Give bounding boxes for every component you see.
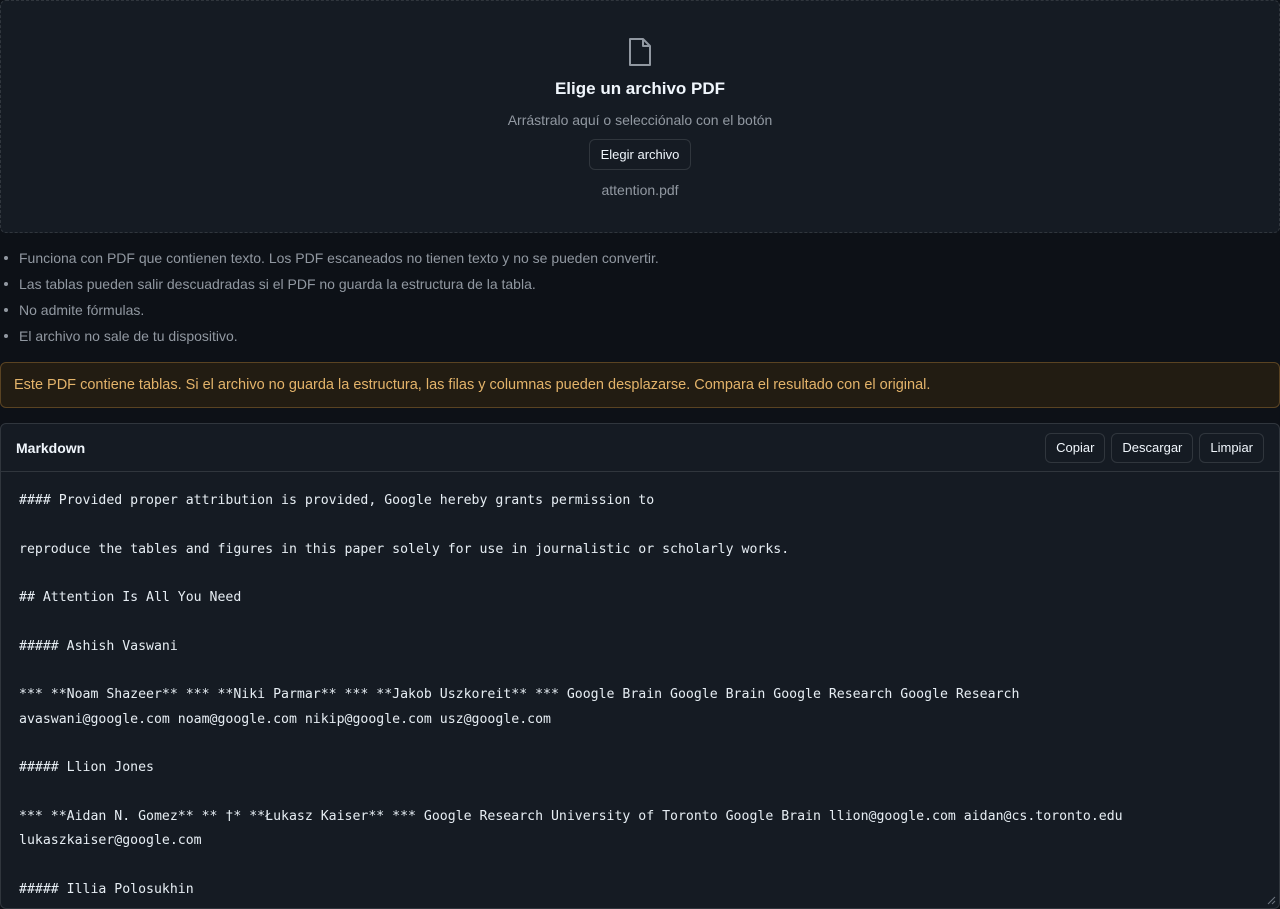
choose-file-button[interactable]: Elegir archivo — [588, 139, 692, 170]
markdown-panel-header: Markdown Copiar Descargar Limpiar — [1, 424, 1279, 472]
file-icon — [629, 38, 651, 66]
panel-actions: Copiar Descargar Limpiar — [1045, 432, 1264, 463]
notes-list: Funciona con PDF que contienen texto. Lo… — [0, 247, 1280, 351]
note-item: El archivo no sale de tu dispositivo. — [0, 325, 1280, 351]
copy-button[interactable]: Copiar — [1045, 432, 1106, 463]
markdown-panel: Markdown Copiar Descargar Limpiar #### P… — [0, 423, 1280, 909]
download-button[interactable]: Descargar — [1111, 432, 1194, 463]
pdf-dropzone[interactable]: Elige un archivo PDF Arrástralo aquí o s… — [0, 0, 1280, 233]
note-item: Las tablas pueden salir descuadradas si … — [0, 273, 1280, 299]
selected-file-name: attention.pdf — [601, 182, 679, 198]
tables-warning-banner: Este PDF contiene tablas. Si el archivo … — [0, 362, 1280, 408]
resize-handle-icon[interactable] — [1267, 896, 1276, 905]
dropzone-subtitle: Arrástralo aquí o selecciónalo con el bo… — [507, 112, 773, 128]
clear-button[interactable]: Limpiar — [1199, 432, 1264, 463]
dropzone-title: Elige un archivo PDF — [554, 79, 726, 98]
markdown-output-textarea[interactable]: #### Provided proper attribution is prov… — [1, 472, 1279, 902]
note-item: Funciona con PDF que contienen texto. Lo… — [0, 247, 1280, 273]
note-item: No admite fórmulas. — [0, 299, 1280, 325]
panel-title: Markdown — [16, 439, 86, 456]
